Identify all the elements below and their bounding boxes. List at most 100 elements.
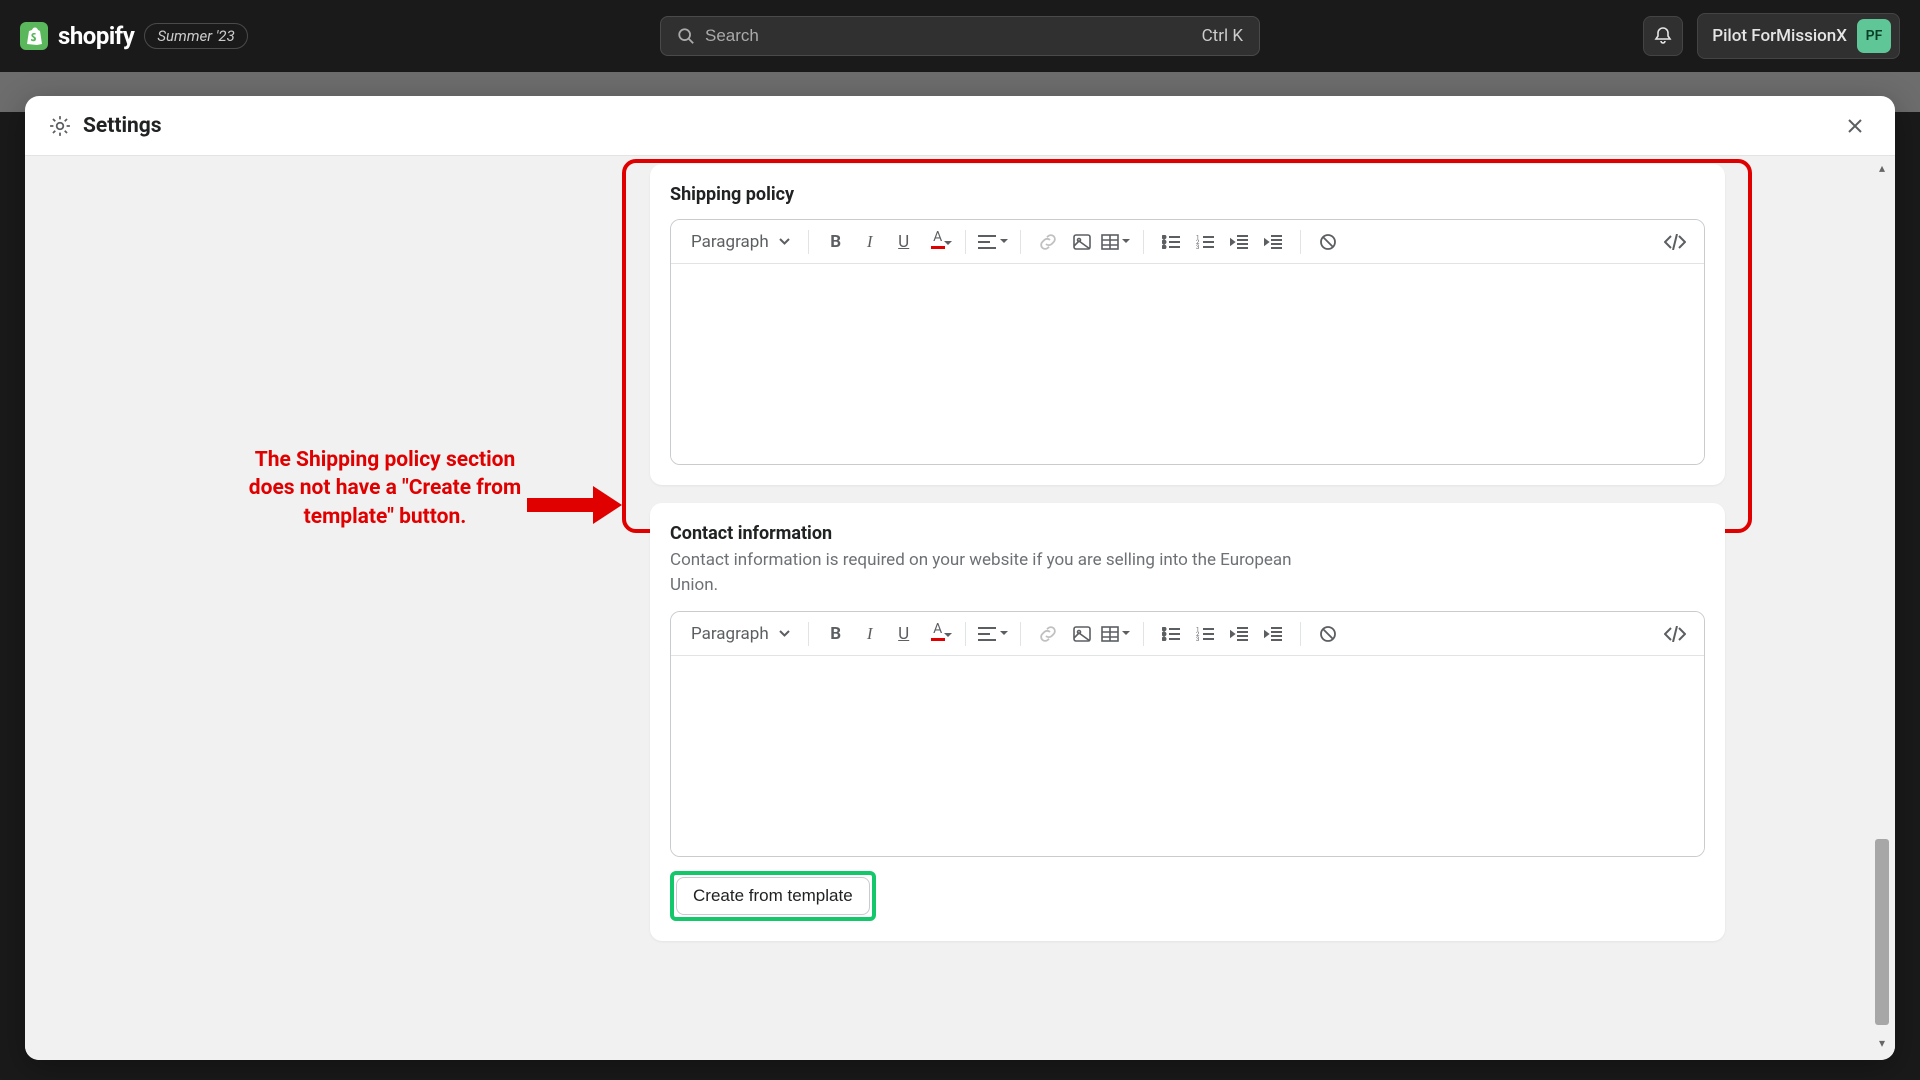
- modal-body: The Shipping policy section does not hav…: [25, 156, 1895, 1060]
- align-button[interactable]: [978, 619, 1008, 649]
- italic-button[interactable]: I: [855, 619, 885, 649]
- bullet-list-button[interactable]: [1156, 227, 1186, 257]
- separator: [965, 230, 966, 254]
- link-icon: [1039, 233, 1057, 251]
- rich-text-editor: Paragraph B I U A: [670, 611, 1705, 857]
- underline-button[interactable]: U: [889, 227, 919, 257]
- bold-button[interactable]: B: [821, 227, 851, 257]
- chevron-down-icon: [779, 630, 790, 637]
- card-subtitle: Contact information is required on your …: [670, 548, 1310, 597]
- account-menu[interactable]: Pilot ForMissionX PF: [1697, 13, 1900, 59]
- link-button[interactable]: [1033, 619, 1063, 649]
- outdent-icon: [1230, 627, 1248, 641]
- bullet-list-icon: [1162, 627, 1180, 641]
- separator: [1300, 230, 1301, 254]
- italic-button[interactable]: I: [855, 227, 885, 257]
- clear-format-button[interactable]: [1313, 227, 1343, 257]
- outdent-icon: [1230, 235, 1248, 249]
- clear-format-button[interactable]: [1313, 619, 1343, 649]
- notifications-button[interactable]: [1643, 16, 1683, 56]
- table-icon: [1101, 234, 1119, 250]
- chevron-down-icon: [1122, 239, 1130, 244]
- table-button[interactable]: [1101, 619, 1131, 649]
- scroll-thumb[interactable]: [1875, 839, 1889, 1025]
- card-stack: Shipping policy Paragraph B I U A: [650, 164, 1725, 959]
- settings-modal: Settings The Shipping policy section doe…: [25, 96, 1895, 1060]
- search-icon: [677, 27, 695, 45]
- editor-toolbar: Paragraph B I U A: [671, 612, 1704, 656]
- code-view-button[interactable]: [1660, 227, 1690, 257]
- shopify-logo-icon: [20, 22, 48, 50]
- indent-button[interactable]: [1258, 227, 1288, 257]
- close-button[interactable]: [1839, 110, 1871, 142]
- image-icon: [1073, 626, 1091, 642]
- separator: [1020, 622, 1021, 646]
- image-icon: [1073, 234, 1091, 250]
- svg-text:3: 3: [1196, 636, 1199, 641]
- number-list-icon: 123: [1196, 627, 1214, 641]
- card-title: Shipping policy: [670, 184, 1705, 205]
- search-shortcut: Ctrl K: [1202, 26, 1243, 46]
- brand-group: shopify Summer '23: [20, 22, 248, 50]
- topbar-right: Pilot ForMissionX PF: [1643, 13, 1900, 59]
- separator: [1020, 230, 1021, 254]
- table-button[interactable]: [1101, 227, 1131, 257]
- text-color-button[interactable]: A: [923, 227, 953, 257]
- bell-icon: [1653, 26, 1673, 46]
- link-icon: [1039, 625, 1057, 643]
- separator: [1143, 230, 1144, 254]
- indent-button[interactable]: [1258, 619, 1288, 649]
- card-title: Contact information: [670, 523, 1705, 544]
- chevron-down-icon: [1000, 631, 1008, 636]
- number-list-button[interactable]: 123: [1190, 227, 1220, 257]
- number-list-icon: 123: [1196, 235, 1214, 249]
- editor-textarea[interactable]: [671, 264, 1704, 464]
- no-icon: [1319, 233, 1337, 251]
- format-select[interactable]: Paragraph: [685, 232, 796, 252]
- editor-textarea[interactable]: [671, 656, 1704, 856]
- modal-title: Settings: [83, 114, 162, 138]
- highlight-frame-green: Create from template: [670, 871, 876, 921]
- underline-button[interactable]: U: [889, 619, 919, 649]
- search-input[interactable]: [705, 26, 1192, 46]
- no-icon: [1319, 625, 1337, 643]
- separator: [1300, 622, 1301, 646]
- chevron-down-icon: [944, 633, 952, 638]
- scrollbar[interactable]: ▴ ▾: [1873, 159, 1891, 1052]
- arrow-icon: [527, 486, 622, 524]
- edition-badge: Summer '23: [144, 23, 247, 49]
- scroll-up-icon[interactable]: ▴: [1873, 159, 1891, 177]
- format-select[interactable]: Paragraph: [685, 624, 796, 644]
- brand-text: shopify: [58, 22, 134, 50]
- modal-header: Settings: [25, 96, 1895, 156]
- align-icon: [978, 235, 996, 249]
- separator: [1143, 622, 1144, 646]
- separator: [965, 622, 966, 646]
- indent-icon: [1264, 235, 1282, 249]
- code-icon: [1664, 234, 1686, 250]
- outdent-button[interactable]: [1224, 619, 1254, 649]
- image-button[interactable]: [1067, 619, 1097, 649]
- avatar: PF: [1857, 19, 1891, 53]
- link-button[interactable]: [1033, 227, 1063, 257]
- outdent-button[interactable]: [1224, 227, 1254, 257]
- gear-icon: [49, 115, 71, 137]
- number-list-button[interactable]: 123: [1190, 619, 1220, 649]
- text-color-button[interactable]: A: [923, 619, 953, 649]
- close-icon: [1847, 118, 1863, 134]
- search-box[interactable]: Ctrl K: [660, 16, 1260, 56]
- scroll-down-icon[interactable]: ▾: [1873, 1034, 1891, 1052]
- code-icon: [1664, 626, 1686, 642]
- bullet-list-button[interactable]: [1156, 619, 1186, 649]
- chevron-down-icon: [944, 241, 952, 246]
- bold-button[interactable]: B: [821, 619, 851, 649]
- separator: [808, 622, 809, 646]
- separator: [808, 230, 809, 254]
- user-name: Pilot ForMissionX: [1712, 26, 1847, 46]
- align-button[interactable]: [978, 227, 1008, 257]
- create-from-template-button[interactable]: Create from template: [676, 877, 870, 915]
- format-label: Paragraph: [691, 232, 769, 252]
- code-view-button[interactable]: [1660, 619, 1690, 649]
- image-button[interactable]: [1067, 227, 1097, 257]
- bullet-list-icon: [1162, 235, 1180, 249]
